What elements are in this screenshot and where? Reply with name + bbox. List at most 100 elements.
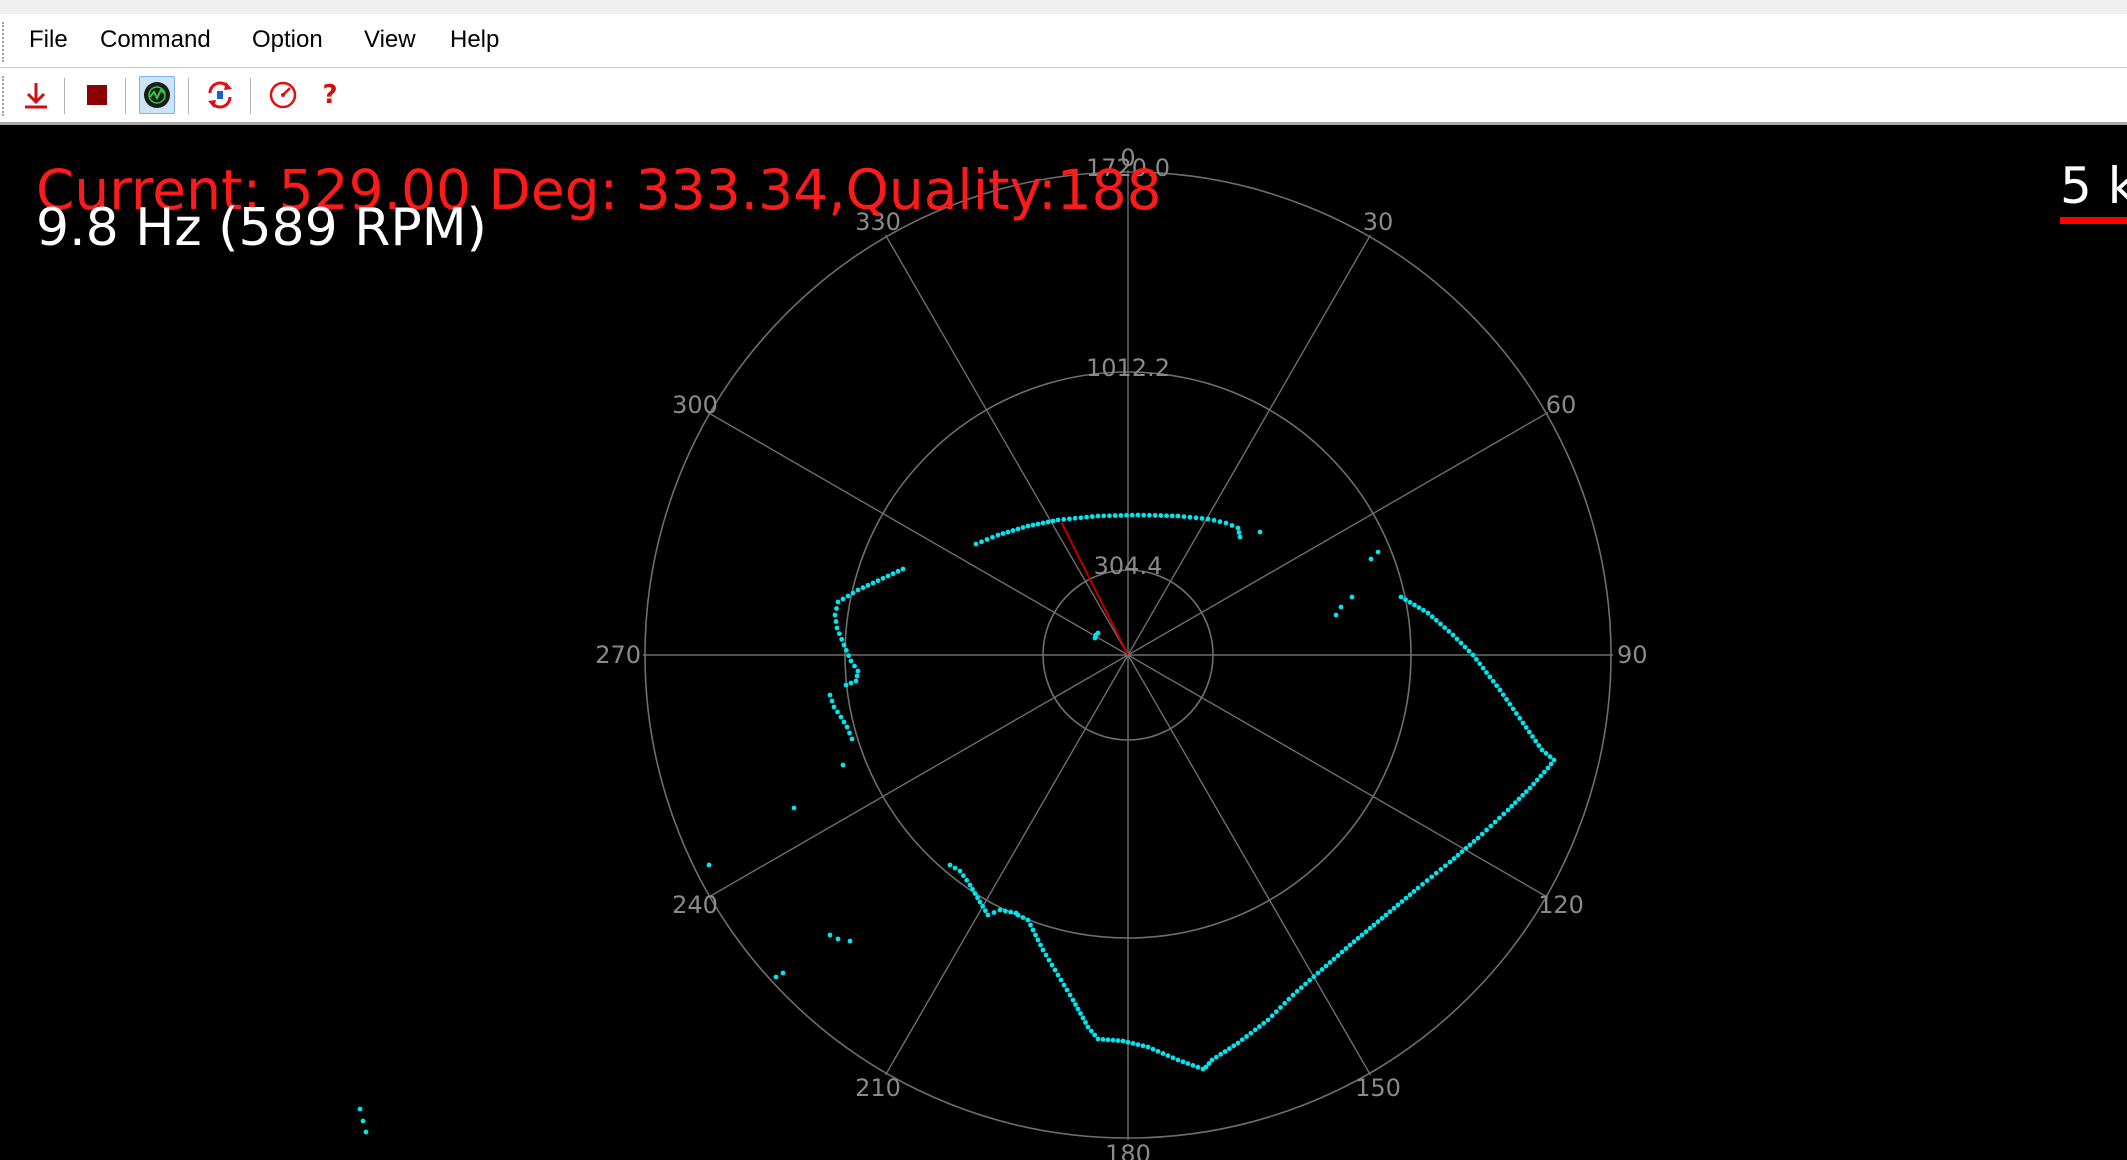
scan-point [1045, 519, 1051, 525]
scan-point [997, 907, 1003, 913]
scan-point [1425, 610, 1431, 616]
download-button[interactable] [18, 76, 54, 114]
scan-point [865, 582, 871, 588]
scan-point [1155, 1048, 1161, 1054]
scan-point [1454, 636, 1460, 642]
scan-point [1223, 520, 1229, 526]
angle-spoke [884, 234, 1129, 656]
scan-point [1231, 1043, 1237, 1049]
scan-point [1462, 644, 1468, 650]
scan-point [1175, 1057, 1181, 1063]
scan-point [1107, 513, 1112, 519]
scan-point [839, 636, 845, 642]
scan-point [1211, 517, 1217, 523]
scan-point [957, 868, 963, 874]
scan-point [1257, 1024, 1262, 1029]
help-button[interactable]: ? [312, 76, 348, 114]
range-label: 304.4 [1094, 552, 1163, 580]
scan-point [1125, 1039, 1131, 1045]
scan-point [1500, 692, 1506, 698]
scan-point [1484, 670, 1489, 675]
scan-point [855, 668, 861, 674]
scale-label: 5 k [2060, 157, 2127, 215]
angle-label: 210 [855, 1074, 901, 1102]
scan-point [1282, 1000, 1288, 1006]
scan-point [1333, 612, 1339, 618]
scan-point [1375, 919, 1381, 925]
scan-point [1504, 697, 1509, 702]
scan-point [1517, 715, 1523, 721]
scan-point [980, 903, 986, 909]
scan-point [1085, 1024, 1091, 1030]
scan-point [1501, 811, 1507, 817]
menu-file[interactable]: File [29, 26, 68, 54]
angle-label: 90 [1617, 641, 1648, 669]
scan-point [1158, 513, 1164, 518]
scan-point [1527, 785, 1533, 791]
stop-button[interactable] [79, 76, 115, 114]
scan-point [1331, 956, 1337, 962]
scan-point [1490, 678, 1496, 684]
scan-toggle-button[interactable] [139, 76, 175, 114]
scan-point [1073, 1002, 1078, 1007]
angle-spoke [884, 654, 1129, 1076]
scan-point [972, 891, 978, 896]
scan-point [850, 590, 856, 596]
scan-point [1534, 777, 1540, 783]
scan-point [832, 612, 838, 618]
scan-point [835, 936, 841, 942]
scan-point [1150, 1046, 1156, 1052]
scan-point [1455, 852, 1461, 858]
scan-point [831, 704, 837, 710]
menu-bar: File Command Option View Help [0, 14, 2127, 68]
scan-point [1505, 807, 1511, 813]
scan-point [952, 865, 958, 871]
scan-point [1375, 549, 1381, 555]
scan-point [1363, 929, 1369, 935]
scan-point [1492, 819, 1498, 825]
scan-point [1199, 516, 1205, 521]
scan-point [990, 534, 995, 540]
angle-spoke [1127, 654, 1372, 1076]
scan-point [1530, 734, 1535, 739]
scan-point [1033, 932, 1038, 938]
scan-point [1120, 1038, 1126, 1044]
scan-point [1164, 513, 1169, 519]
scan-point [885, 573, 891, 579]
scan-point [840, 596, 846, 602]
scan-point [1315, 970, 1321, 976]
menu-command[interactable]: Command [100, 26, 211, 54]
scan-point [1438, 867, 1444, 872]
refresh-button[interactable] [202, 76, 238, 114]
scan-point [1020, 525, 1026, 530]
scan-point [975, 895, 980, 901]
gauge-button[interactable] [265, 76, 301, 114]
scan-point [1451, 856, 1457, 861]
scan-frequency-text: 9.8 Hz (589 RPM) [36, 198, 487, 258]
scan-point [1494, 683, 1500, 689]
scan-point [847, 730, 852, 736]
scan-point [1244, 1034, 1249, 1039]
menubar-grip[interactable] [2, 22, 7, 62]
scan-point [1145, 1044, 1151, 1050]
toolbar-grip[interactable] [2, 76, 7, 116]
scan-point [970, 886, 975, 892]
scan-point [1257, 529, 1263, 535]
scan-point [1226, 1046, 1232, 1052]
scan-point [1030, 522, 1036, 528]
scan-point [773, 974, 779, 980]
menu-help[interactable]: Help [450, 26, 499, 54]
scan-point [1463, 845, 1469, 851]
lidar-scan-viewport[interactable]: 304.4 1012.2 1720.0 0 30 60 90 120 150 180 210 240 2… [0, 125, 2127, 1160]
scan-point [1093, 632, 1099, 638]
scan-point [1538, 773, 1544, 779]
scan-point [1470, 652, 1476, 658]
scan-point [1046, 957, 1052, 963]
menu-view[interactable]: View [364, 26, 416, 54]
menu-option[interactable]: Option [252, 26, 323, 54]
scan-point [982, 908, 988, 914]
scan-point [1070, 997, 1076, 1003]
scan-point [1235, 525, 1241, 531]
scan-point [1290, 992, 1296, 998]
scan-point [1080, 1015, 1086, 1021]
